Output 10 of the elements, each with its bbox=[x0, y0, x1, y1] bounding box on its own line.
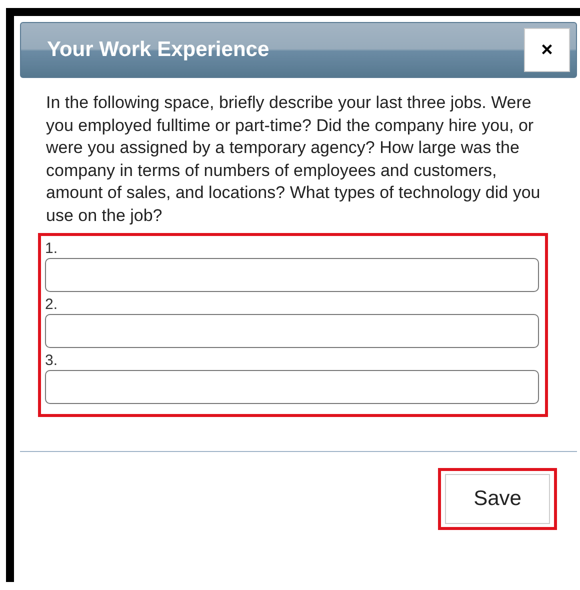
input-field[interactable] bbox=[45, 258, 539, 292]
instructions-text: In the following space, briefly describe your last three jobs. Were you employed fulltime or part-time? Did the company hire you, or were you assigned by a temporary agency? How large was the company in terms of numbers of employees and customers, amount of sales, and locations? What types of technology did you use on the job? bbox=[46, 92, 542, 226]
save-button[interactable]: Save bbox=[445, 474, 550, 524]
close-button[interactable]: × bbox=[524, 28, 570, 72]
input-field[interactable] bbox=[45, 314, 539, 348]
field-label: 3. bbox=[45, 352, 59, 370]
field-label: 2. bbox=[45, 296, 59, 314]
input-field[interactable] bbox=[45, 370, 539, 404]
dialog-title: Your Work Experience bbox=[47, 38, 270, 62]
field-label: 1. bbox=[45, 240, 59, 258]
